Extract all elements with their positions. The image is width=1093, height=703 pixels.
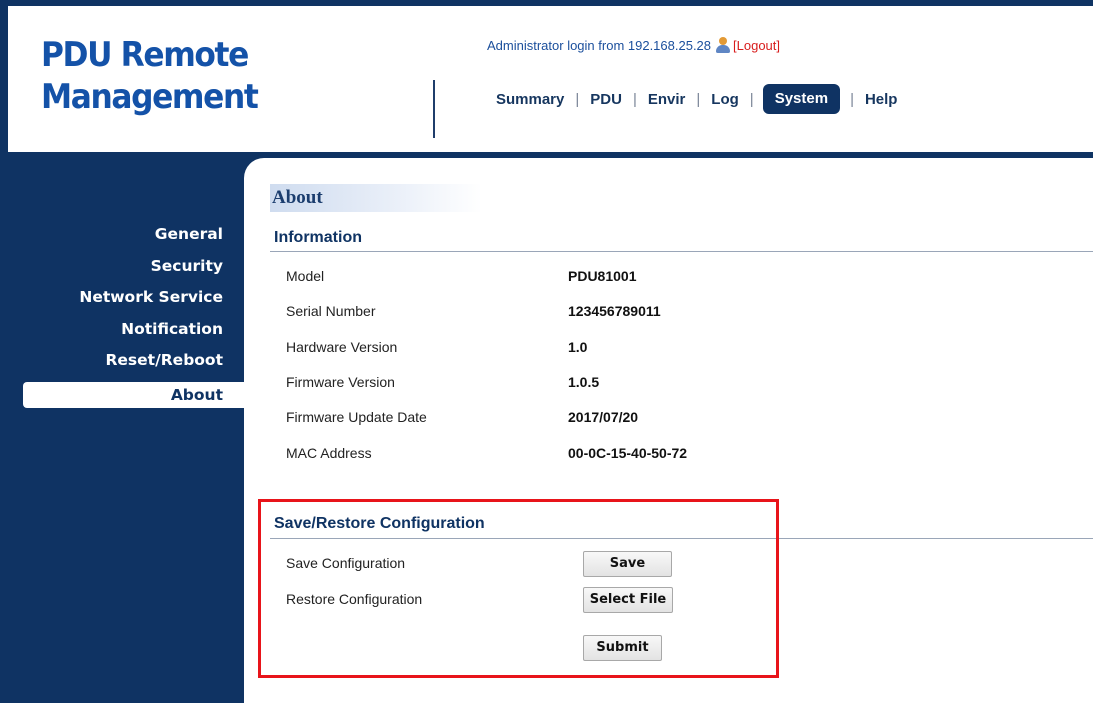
info-value: 1.0.5 bbox=[568, 374, 600, 390]
nav-separator: | bbox=[749, 90, 754, 108]
header-divider bbox=[433, 80, 435, 138]
nav-log[interactable]: Log bbox=[710, 91, 740, 108]
info-label: Firmware Update Date bbox=[286, 409, 427, 425]
submit-button[interactable]: Submit bbox=[583, 635, 662, 661]
nav-separator: | bbox=[575, 90, 580, 108]
app-logo: PDU Remote Management bbox=[41, 34, 259, 118]
info-label: Firmware Version bbox=[286, 374, 395, 390]
info-value: 1.0 bbox=[568, 339, 588, 355]
left-frame-bar bbox=[0, 0, 8, 703]
nav-system[interactable]: System bbox=[762, 84, 841, 114]
sidebar-item-network-service[interactable]: Network Service bbox=[8, 287, 244, 319]
save-button[interactable]: Save bbox=[583, 551, 672, 577]
information-divider bbox=[270, 251, 1093, 252]
select-file-button[interactable]: Select File bbox=[583, 587, 673, 613]
user-icon bbox=[715, 37, 731, 53]
sidebar-item-security[interactable]: Security bbox=[8, 256, 244, 288]
sidebar-item-general[interactable]: General bbox=[8, 224, 244, 256]
info-value: PDU81001 bbox=[568, 268, 637, 284]
sidebar-item-reset-reboot[interactable]: Reset/Reboot bbox=[8, 350, 244, 382]
nav-separator: | bbox=[696, 90, 701, 108]
nav-envir[interactable]: Envir bbox=[647, 91, 687, 108]
login-status: Administrator login from 192.168.25.28 [… bbox=[487, 37, 780, 53]
info-value: 00-0C-15-40-50-72 bbox=[568, 445, 688, 461]
sidebar: General Security Network Service Notific… bbox=[8, 152, 244, 703]
sidebar-item-notification[interactable]: Notification bbox=[8, 319, 244, 351]
nav-help[interactable]: Help bbox=[864, 91, 899, 108]
sidebar-item-about[interactable]: About bbox=[23, 381, 244, 408]
config-divider bbox=[270, 538, 1093, 539]
nav-summary[interactable]: Summary bbox=[495, 91, 565, 108]
info-label: Serial Number bbox=[286, 303, 376, 319]
logo-line-1: PDU Remote bbox=[41, 35, 249, 75]
info-value: 123456789011 bbox=[568, 303, 661, 319]
save-config-label: Save Configuration bbox=[286, 555, 406, 571]
page-title: About bbox=[270, 184, 482, 212]
logout-link[interactable]: [Logout] bbox=[733, 38, 780, 53]
restore-config-label: Restore Configuration bbox=[286, 591, 423, 607]
nav-pdu[interactable]: PDU bbox=[589, 91, 623, 108]
info-value: 2017/07/20 bbox=[568, 409, 639, 425]
logo-line-2: Management bbox=[41, 77, 259, 117]
nav-separator: | bbox=[632, 90, 637, 108]
config-heading: Save/Restore Configuration bbox=[274, 515, 485, 532]
main-content: About Information Model PDU81001 Serial … bbox=[244, 158, 1093, 703]
info-label: Hardware Version bbox=[286, 339, 398, 355]
nav-separator: | bbox=[850, 90, 854, 108]
information-heading: Information bbox=[274, 229, 362, 246]
info-label: MAC Address bbox=[286, 445, 372, 461]
info-label: Model bbox=[286, 268, 325, 284]
login-text: Administrator login from 192.168.25.28 bbox=[487, 37, 712, 53]
top-nav: Summary | PDU | Envir | Log | System | H… bbox=[495, 84, 898, 114]
sidebar-menu: General Security Network Service Notific… bbox=[8, 224, 244, 408]
header: PDU Remote Management Administrator logi… bbox=[8, 6, 1093, 152]
